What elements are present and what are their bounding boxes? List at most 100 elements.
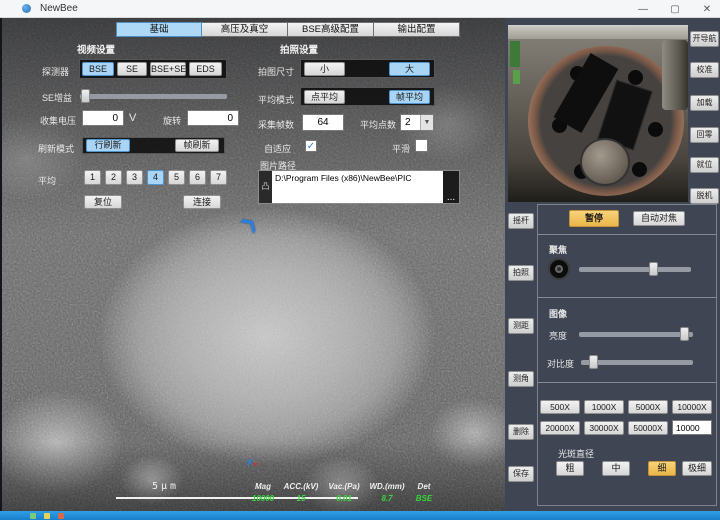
mag-input[interactable] xyxy=(672,420,712,435)
photo-settings-title: 拍照设置 xyxy=(280,42,318,56)
status-wd: WD.(mm) 8.7 xyxy=(365,482,409,503)
avg-point-button[interactable]: 点平均 xyxy=(304,90,345,104)
reset-button[interactable]: 复位 xyxy=(84,195,122,209)
window-title: NewBee xyxy=(40,3,78,14)
status-vac: Vac.(Pa) 0.01 xyxy=(323,482,365,503)
average-6-button[interactable]: 6 xyxy=(189,170,206,185)
tab-hv-vacuum[interactable]: 高压及真空 xyxy=(202,22,288,37)
sample-stub xyxy=(580,138,630,186)
app-icon xyxy=(22,4,31,13)
home-button[interactable]: 回零 xyxy=(690,127,719,143)
rotation-label: 旋转 xyxy=(163,114,181,127)
detector-eds-button[interactable]: EDS xyxy=(189,62,222,76)
maximize-button[interactable]: ▢ xyxy=(666,4,684,15)
brightness-slider-thumb[interactable] xyxy=(680,327,689,341)
frames-input[interactable] xyxy=(302,114,344,131)
avg-mode-label: 平均模式 xyxy=(258,93,294,106)
connect-button[interactable]: 连接 xyxy=(183,195,221,209)
points-label: 平均点数 xyxy=(360,118,396,131)
spot-fine-button[interactable]: 细 xyxy=(648,461,676,476)
path-image-icon[interactable]: 凸 xyxy=(259,171,272,203)
focus-knob[interactable] xyxy=(548,258,570,280)
mag-10000x-button[interactable]: 10000X xyxy=(672,400,712,414)
image-size-label: 拍图尺寸 xyxy=(258,65,294,78)
average-4-button[interactable]: 4 xyxy=(147,170,164,185)
save-button[interactable]: 保存 xyxy=(508,466,534,482)
adjustment-panel: 暂停 自动对焦 聚焦 图像 亮度 对比度 500X 1000X 5000X 10… xyxy=(537,204,717,506)
average-7-button[interactable]: 7 xyxy=(210,170,227,185)
autofocus-button[interactable]: 自动对焦 xyxy=(633,211,685,226)
detector-bse-se-button[interactable]: BSE+SE xyxy=(150,62,186,76)
size-large-button[interactable]: 大 xyxy=(389,62,430,76)
mag-50000x-button[interactable]: 50000X xyxy=(628,421,668,435)
smooth-checkbox[interactable] xyxy=(415,139,428,152)
sem-viewport[interactable]: 基础 高压及真空 BSE高级配置 输出配置 视频设置 探测器 BSE SE BS… xyxy=(0,18,505,511)
minimize-button[interactable]: — xyxy=(634,4,652,15)
pause-button[interactable]: 暂停 xyxy=(569,210,619,227)
voltage-unit-label: V xyxy=(129,112,136,124)
se-gain-slider[interactable] xyxy=(80,94,227,99)
measure-distance-button[interactable]: 测距 xyxy=(508,318,534,334)
tab-output-config[interactable]: 输出配置 xyxy=(374,22,460,37)
spot-ultrafine-button[interactable]: 极细 xyxy=(682,461,712,476)
collect-voltage-input[interactable] xyxy=(82,110,124,126)
status-acc: ACC.(kV) 15 xyxy=(279,482,323,503)
delete-button[interactable]: 删除 xyxy=(508,424,534,440)
collect-voltage-label: 收集电压 xyxy=(40,114,76,127)
se-gain-slider-thumb[interactable] xyxy=(81,89,90,103)
load-button[interactable]: 加载 xyxy=(690,95,719,111)
spot-coarse-button[interactable]: 粗 xyxy=(556,461,584,476)
image-title: 图像 xyxy=(549,307,567,320)
chevron-down-icon: ▼ xyxy=(420,115,433,130)
contrast-slider-thumb[interactable] xyxy=(589,355,598,369)
rotation-input[interactable] xyxy=(187,110,239,126)
se-gain-label: SE增益 xyxy=(42,91,72,104)
mag-1000x-button[interactable]: 1000X xyxy=(584,400,624,414)
joystick-button[interactable]: 摇杆 xyxy=(508,213,534,229)
detector-bse-button[interactable]: BSE xyxy=(82,62,114,76)
close-button[interactable]: ✕ xyxy=(698,4,716,15)
brightness-slider[interactable] xyxy=(579,332,693,337)
average-1-button[interactable]: 1 xyxy=(84,170,101,185)
measure-angle-button[interactable]: 测角 xyxy=(508,371,534,387)
smooth-label: 平滑 xyxy=(392,142,410,155)
refresh-mode-label: 刷新模式 xyxy=(38,142,74,155)
spot-medium-button[interactable]: 中 xyxy=(602,461,630,476)
open-nav-button[interactable]: 开导航 xyxy=(690,31,719,47)
detector-se-button[interactable]: SE xyxy=(117,62,147,76)
points-select-value: 2 xyxy=(401,115,420,130)
control-panel: 开导航 校准 加载 回零 就位 脱机 摇杆 拍照 测距 测角 删除 保存 暂停 … xyxy=(505,18,720,511)
average-3-button[interactable]: 3 xyxy=(126,170,143,185)
path-input[interactable]: D:\Program Files (x86)\NewBee\PIC xyxy=(272,171,443,203)
status-mag: Mag 10000 xyxy=(247,482,279,503)
avg-frame-button[interactable]: 帧平均 xyxy=(389,90,430,104)
in-position-button[interactable]: 就位 xyxy=(690,157,719,173)
snapshot-button[interactable]: 拍照 xyxy=(508,265,534,281)
app-window: NewBee — ▢ ✕ 基础 高压及真空 BSE高级配置 输出配置 视频设置 … xyxy=(0,0,720,520)
offline-button[interactable]: 脱机 xyxy=(690,188,719,204)
mag-20000x-button[interactable]: 20000X xyxy=(540,421,580,435)
contrast-slider[interactable] xyxy=(581,360,693,365)
windows-taskbar[interactable] xyxy=(0,511,720,520)
points-select[interactable]: 2 ▼ xyxy=(400,114,434,131)
adaptive-label: 自适应 xyxy=(264,142,291,155)
path-box: 凸 D:\Program Files (x86)\NewBee\PIC ... xyxy=(258,170,460,204)
mag-500x-button[interactable]: 500X xyxy=(540,400,580,414)
focus-title: 聚焦 xyxy=(549,243,567,256)
refresh-row-button[interactable]: 行刷新 xyxy=(86,139,130,152)
mag-5000x-button[interactable]: 5000X xyxy=(628,400,668,414)
size-small-button[interactable]: 小 xyxy=(304,62,345,76)
adaptive-checkbox[interactable]: ✓ xyxy=(305,140,317,152)
calibrate-button[interactable]: 校准 xyxy=(690,62,719,78)
average-5-button[interactable]: 5 xyxy=(168,170,185,185)
brightness-label: 亮度 xyxy=(549,329,567,342)
average-2-button[interactable]: 2 xyxy=(105,170,122,185)
tab-bse-advanced[interactable]: BSE高级配置 xyxy=(288,22,374,37)
focus-slider-thumb[interactable] xyxy=(649,262,658,276)
mag-30000x-button[interactable]: 30000X xyxy=(584,421,624,435)
tab-basic[interactable]: 基础 xyxy=(116,22,202,37)
measure-point-icon: ✕ xyxy=(245,456,254,469)
focus-slider[interactable] xyxy=(579,267,691,272)
refresh-frame-button[interactable]: 帧刷新 xyxy=(175,139,219,152)
browse-button[interactable]: ... xyxy=(443,171,459,203)
